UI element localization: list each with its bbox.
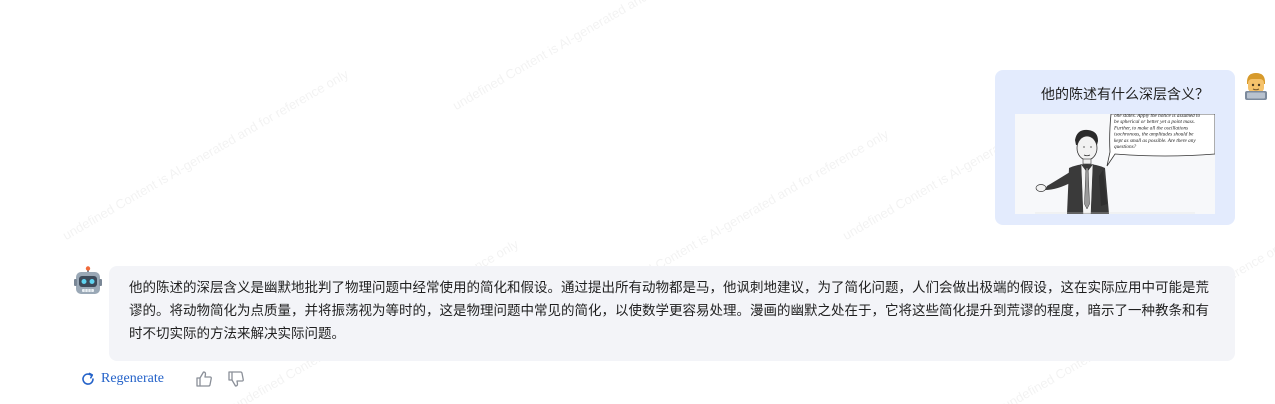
assistant-message-text: 他的陈述的深层含义是幽默地批判了物理问题中经常使用的简化和假设。通过提出所有动物… xyxy=(129,280,1209,342)
user-message-bubble: 他的陈述有什么深层含义？ one states. Apply the notic… xyxy=(995,70,1235,225)
user-avatar-icon xyxy=(1243,71,1269,101)
speech-line: be spherical or better yet a point mass. xyxy=(1114,119,1195,125)
robot-avatar-icon xyxy=(73,266,103,298)
refresh-icon xyxy=(82,372,94,385)
comic-illustration: one states. Apply the notice is assumed … xyxy=(1035,114,1215,214)
watermark: undefined Content is AI-generated and fo… xyxy=(60,66,352,243)
message-actions: Regenerate xyxy=(80,368,247,390)
regenerate-button[interactable]: Regenerate xyxy=(80,371,164,387)
comic-lecturer-image[interactable]: one states. Apply the notice is assumed … xyxy=(1015,114,1215,214)
watermark: undefined Content is AI-generated and fo… xyxy=(450,0,742,113)
assistant-message-bubble: 他的陈述的深层含义是幽默地批判了物理问题中经常使用的简化和假设。通过提出所有动物… xyxy=(109,266,1235,361)
thumbs-down-icon xyxy=(228,371,244,387)
regenerate-label: Regenerate xyxy=(101,371,164,386)
speech-line: isochronous, the amplitudes should be xyxy=(1114,132,1194,138)
thumbs-up-icon xyxy=(196,371,212,387)
speech-line: questions? xyxy=(1114,144,1137,150)
user-message-text: 他的陈述有什么深层含义？ xyxy=(1041,87,1209,103)
chat-page: undefined Content is AI-generated and fo… xyxy=(0,0,1275,404)
speech-line: kept as small as possible. Are there any xyxy=(1114,138,1196,144)
dislike-button[interactable] xyxy=(225,368,247,390)
speech-line: Further, to make all the oscillations xyxy=(1113,125,1188,131)
like-button[interactable] xyxy=(193,368,215,390)
